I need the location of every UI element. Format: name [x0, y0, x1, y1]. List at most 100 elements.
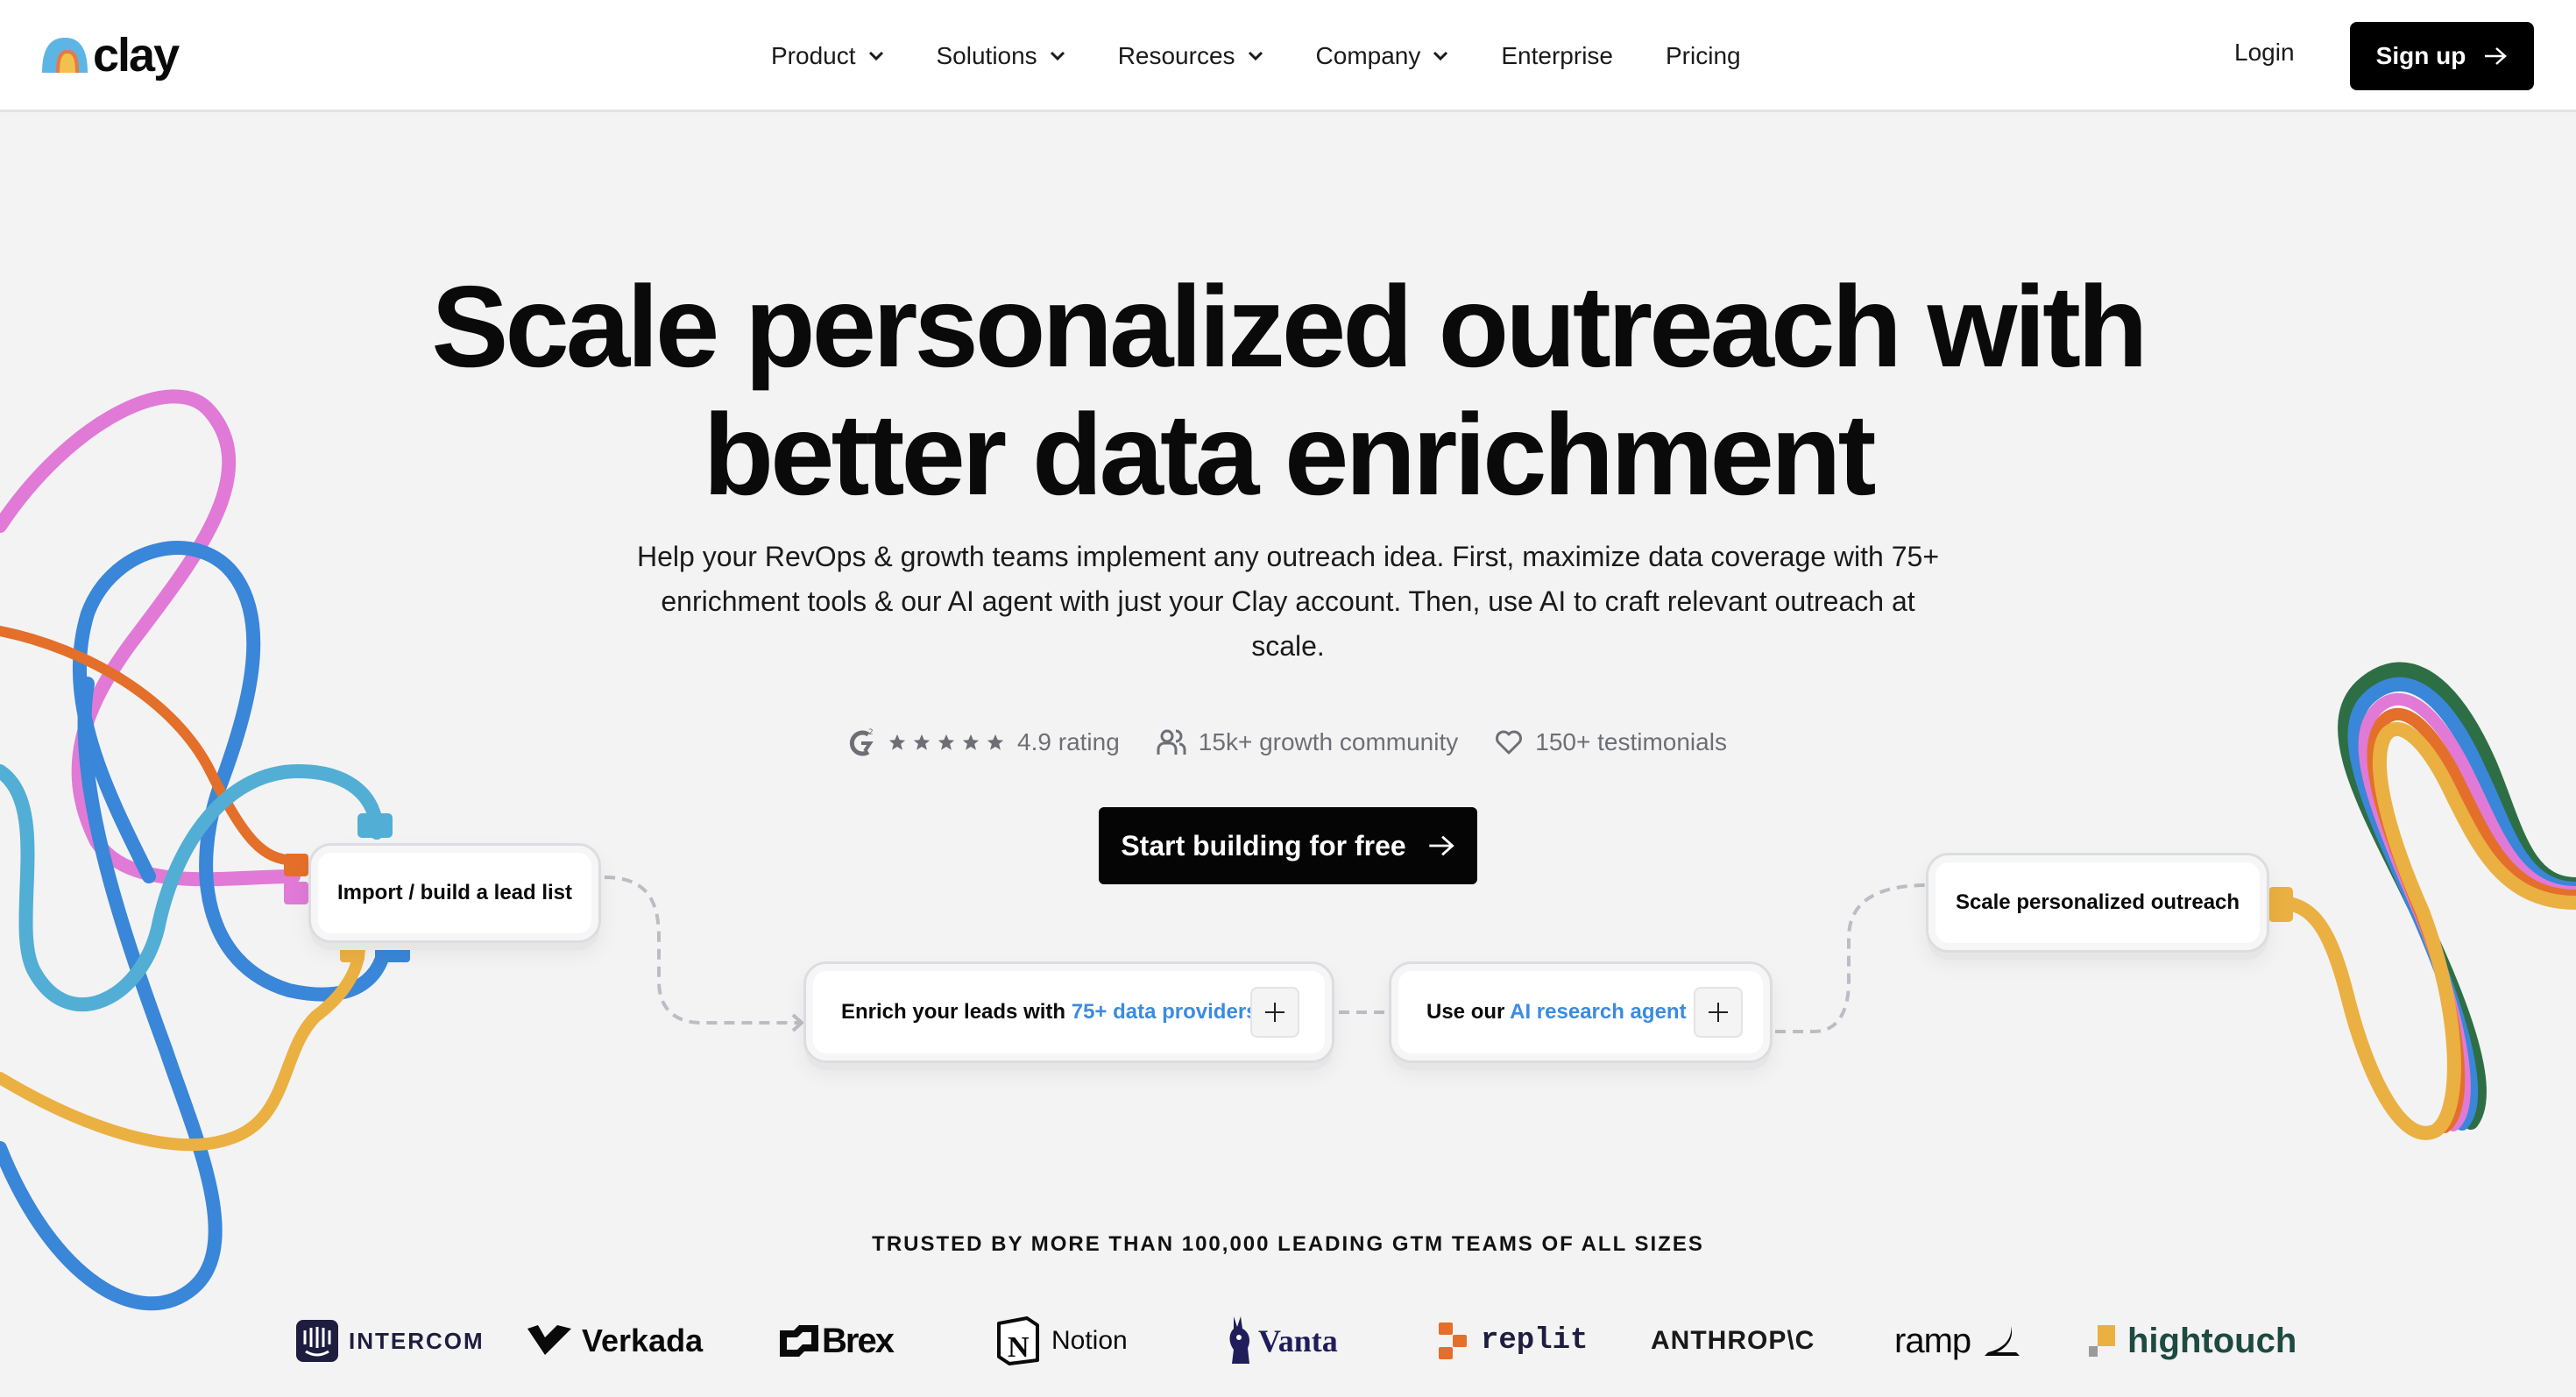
- nav-label: Product: [771, 42, 856, 69]
- nav-item-solutions[interactable]: Solutions: [937, 42, 1065, 70]
- nav-label: Solutions: [936, 42, 1037, 69]
- logo-text: Brex: [822, 1321, 895, 1360]
- star-icon: [888, 734, 906, 750]
- node-label: Use our AI research agent: [1426, 1000, 1687, 1025]
- start-building-button[interactable]: Start building for free: [1099, 807, 1477, 884]
- hero-headline: Scale personalized outreach with better …: [0, 263, 2576, 519]
- plus-icon: [1265, 1003, 1284, 1022]
- nav-label: Company: [1315, 42, 1421, 69]
- clay-arch-icon: [42, 38, 88, 73]
- node-scale-outreach[interactable]: Scale personalized outreach: [1926, 853, 2269, 953]
- chevron-down-icon: [1248, 51, 1263, 61]
- node-label: Scale personalized outreach: [1955, 890, 2240, 914]
- ribbon-pink: [2358, 692, 2576, 1131]
- star-icon: [987, 734, 1004, 750]
- tangled-cables-illustration: [0, 389, 410, 1311]
- star-icon: [938, 734, 955, 750]
- logo-ramp: ramp: [1894, 1306, 2020, 1376]
- ribbon-yellow: [2271, 722, 2576, 1140]
- replit-icon: [1439, 1323, 1467, 1359]
- logo-anthropic: ANTHROP\C: [1651, 1306, 1815, 1376]
- nav-label: Resources: [1117, 42, 1235, 69]
- cable-blue-long: [0, 677, 223, 1311]
- social-proof-row: 2 4.9 rating 15k+ growth community 150+ …: [0, 727, 2576, 757]
- top-nav: clay Product Solutions Resources Company…: [0, 0, 2576, 112]
- hightouch-icon: [2089, 1325, 2115, 1357]
- vanta-llama-icon: [1229, 1316, 1249, 1364]
- logo-brex: Brex: [780, 1306, 895, 1376]
- arrow-right-icon: [1428, 835, 1454, 856]
- node-enrich-leads[interactable]: Enrich your leads with 75+ data provider…: [803, 961, 1334, 1063]
- nav-item-resources[interactable]: Resources: [1118, 42, 1263, 70]
- logo-text: INTERCOM: [349, 1327, 485, 1354]
- ai-research-agent-link[interactable]: AI research agent: [1510, 1000, 1686, 1024]
- headline-line-2: better data enrichment: [703, 390, 1877, 519]
- cable-plug-yellow: [340, 941, 364, 962]
- logo-text: replit: [1481, 1324, 1589, 1358]
- nav-item-enterprise[interactable]: Enterprise: [1501, 42, 1613, 70]
- testimonials-group: 150+ testimonials: [1495, 728, 1727, 756]
- brex-icon: [780, 1325, 818, 1357]
- ribbon-orange: [2367, 708, 2576, 1133]
- users-icon: [1157, 729, 1186, 755]
- cable-yellow: [0, 940, 365, 1152]
- connector-import-enrich: [604, 876, 799, 1025]
- logo-replit: replit: [1439, 1306, 1588, 1376]
- node-ai-research-agent[interactable]: Use our AI research agent: [1389, 961, 1773, 1063]
- nav-item-pricing[interactable]: Pricing: [1666, 42, 1741, 70]
- heart-icon: [1496, 730, 1523, 755]
- logo-text: hightouch: [2127, 1321, 2297, 1360]
- community-group: 15k+ growth community: [1157, 728, 1458, 756]
- signup-button[interactable]: Sign up: [2350, 22, 2534, 90]
- flow-connectors: [604, 876, 1928, 1033]
- logo-text: Verkada: [582, 1323, 704, 1358]
- chevron-down-icon: [1050, 51, 1065, 61]
- nav-item-company[interactable]: Company: [1316, 42, 1449, 70]
- nav-label: Enterprise: [1501, 42, 1613, 69]
- svg-text:2: 2: [868, 728, 874, 737]
- logo-hightouch: hightouch: [2089, 1306, 2296, 1376]
- chevron-down-icon: [868, 51, 883, 61]
- intercom-icon: [296, 1320, 338, 1362]
- svg-text:N: N: [1008, 1331, 1030, 1364]
- g2-icon: 2: [849, 728, 874, 756]
- testimonials-text: 150+ testimonials: [1535, 728, 1727, 755]
- node-label: Import / build a lead list: [336, 881, 573, 904]
- rating-group: 2 4.9 rating: [849, 727, 1120, 757]
- notion-icon: N: [997, 1316, 1039, 1365]
- rating-text: 4.9 rating: [1017, 728, 1120, 755]
- signup-label: Sign up: [2375, 42, 2466, 69]
- logo-text: ANTHROP\C: [1651, 1326, 1815, 1355]
- star-icon: [913, 734, 931, 750]
- star-icon: [962, 734, 980, 750]
- logo-intercom: INTERCOM: [296, 1306, 485, 1376]
- cable-plug-blue: [375, 941, 410, 962]
- data-providers-link[interactable]: 75+ data providers: [1072, 1000, 1258, 1024]
- nav-label: Pricing: [1666, 42, 1741, 69]
- cable-plug-pink: [284, 882, 308, 904]
- ribbon-plug-yellow: [2268, 887, 2293, 922]
- logo-text: Vanta: [1258, 1323, 1338, 1358]
- logo-text: Notion: [1051, 1326, 1128, 1355]
- node-label: Enrich your leads with 75+ data provider…: [841, 1000, 1258, 1025]
- cable-plug-orange: [284, 854, 308, 876]
- star-rating: [888, 733, 1005, 752]
- node-label-prefix: Use our: [1426, 1000, 1511, 1024]
- community-text: 15k+ growth community: [1198, 728, 1459, 755]
- ramp-icon: [1985, 1326, 2020, 1356]
- add-button[interactable]: [1694, 987, 1743, 1038]
- nav-item-product[interactable]: Product: [771, 42, 884, 70]
- add-button[interactable]: [1250, 987, 1299, 1038]
- plus-icon: [1709, 1003, 1728, 1022]
- verkada-icon: [527, 1325, 571, 1355]
- chevron-down-icon: [1433, 51, 1448, 61]
- arrow-right-icon: [2485, 47, 2508, 65]
- login-link[interactable]: Login: [2234, 39, 2295, 67]
- logo-notion: N Notion: [995, 1306, 1128, 1376]
- clay-logo[interactable]: clay: [40, 32, 180, 79]
- connector-agent-scale: [1775, 883, 1928, 1033]
- customer-logos: INTERCOM Verkada Brex N Notion Vanta rep…: [0, 1306, 2576, 1376]
- cta-label: Start building for free: [1121, 829, 1406, 862]
- headline-line-1: Scale personalized outreach with: [431, 262, 2148, 391]
- node-import-lead-list[interactable]: Import / build a lead list: [308, 843, 601, 943]
